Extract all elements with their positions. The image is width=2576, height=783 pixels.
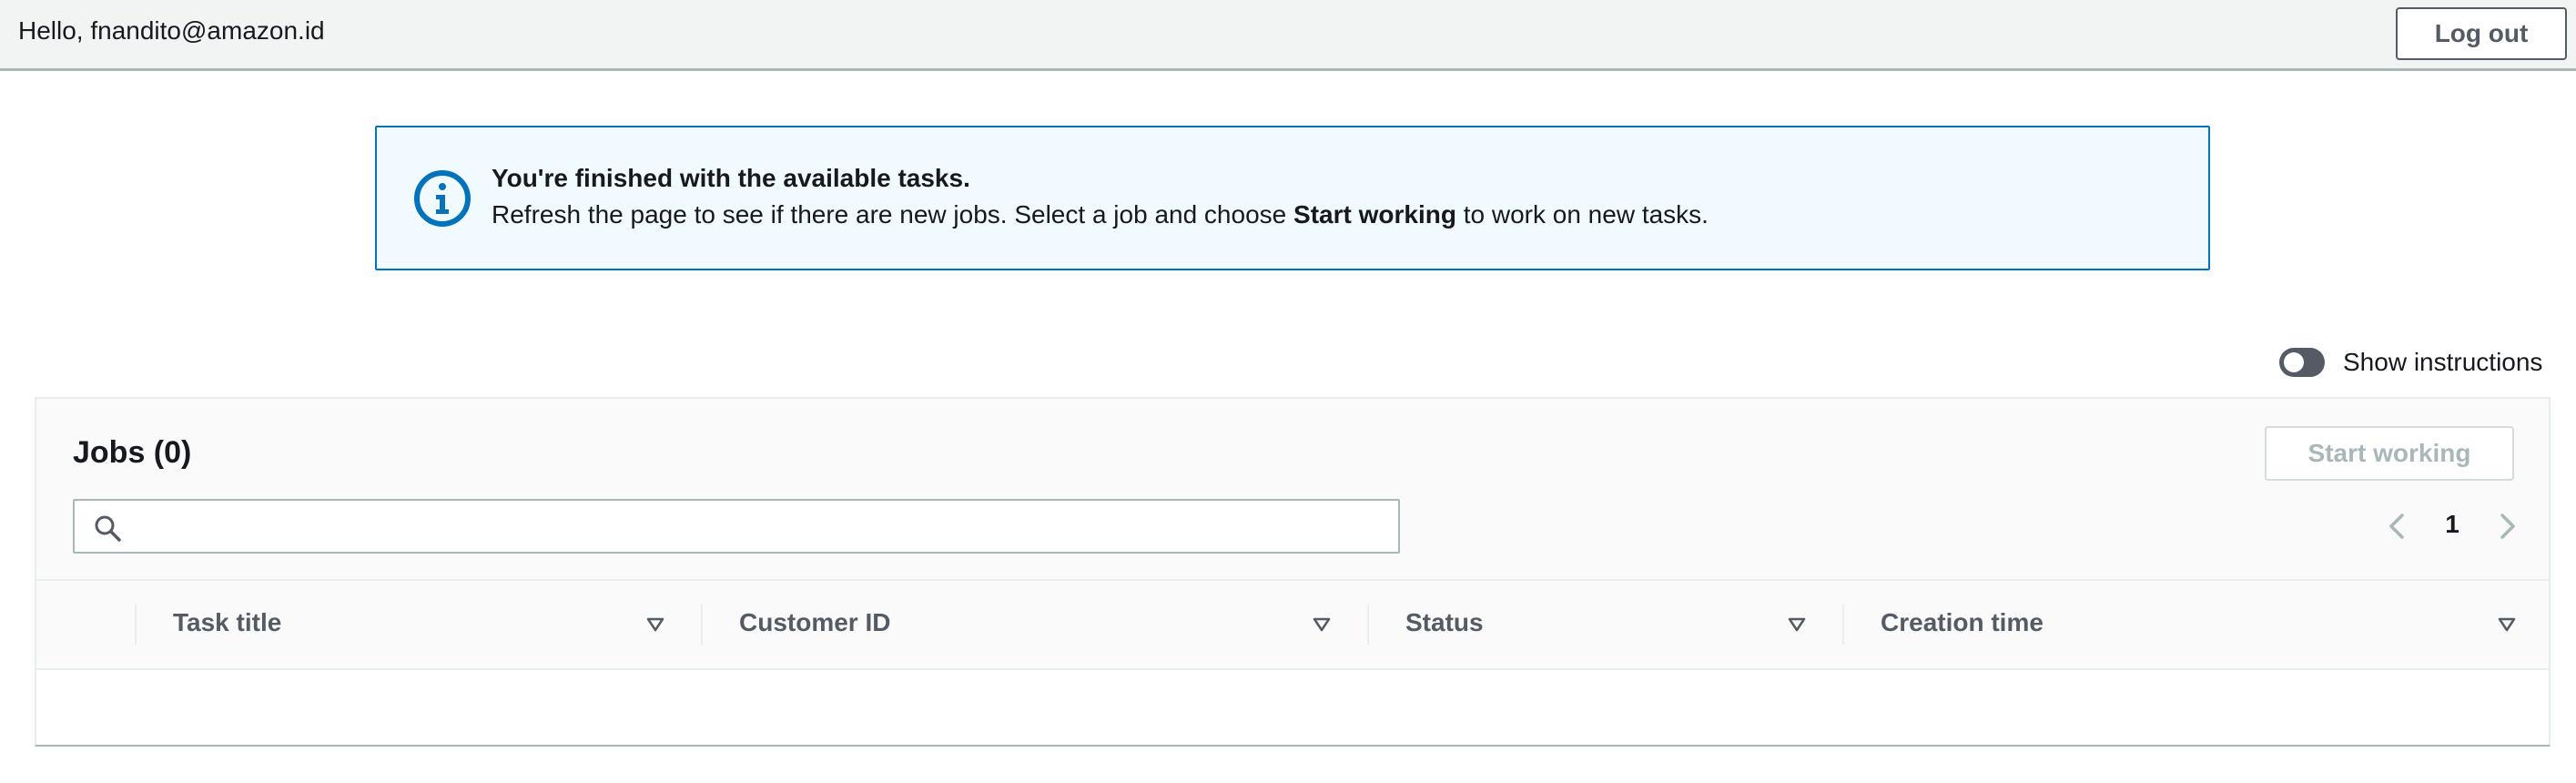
- flash-message-bold: Start working: [1293, 200, 1456, 229]
- flash-message-prefix: Refresh the page to see if there are new…: [492, 200, 1294, 229]
- toggle-knob: [2284, 352, 2304, 372]
- table-header: Task title Customer ID Status Creation t…: [36, 581, 2549, 670]
- column-label: Task title: [173, 608, 282, 636]
- logout-button[interactable]: Log out: [2396, 7, 2567, 60]
- flash-title: You're finished with the available tasks…: [492, 164, 970, 192]
- flash-message-suffix: to work on new tasks.: [1455, 200, 1709, 229]
- jobs-header: Jobs (0) Start working 1: [36, 399, 2549, 581]
- jobs-title: Jobs (0): [73, 435, 192, 470]
- jobs-table-container: Jobs (0) Start working 1 Task title Cust…: [35, 397, 2551, 747]
- column-label: Status: [1405, 608, 1484, 636]
- search-icon: [95, 515, 121, 542]
- show-instructions-toggle[interactable]: [2279, 348, 2325, 377]
- info-flashbar: You're finished with the available tasks…: [375, 126, 2210, 270]
- flash-message: Refresh the page to see if there are new…: [492, 200, 1709, 229]
- column-header-creation-time[interactable]: Creation time: [1842, 581, 2549, 668]
- caret-down-outline-icon[interactable]: [1311, 614, 1333, 636]
- page-number[interactable]: 1: [2432, 510, 2472, 539]
- column-header-task-title[interactable]: Task title: [135, 581, 701, 668]
- greeting-text: Hello, fnandito@amazon.id: [18, 16, 325, 45]
- column-header-status[interactable]: Status: [1367, 581, 1842, 668]
- caret-down-outline-icon[interactable]: [1786, 614, 1808, 636]
- table-body-empty: [36, 670, 2549, 745]
- info-icon: [414, 170, 471, 227]
- column-header-customer-id[interactable]: Customer ID: [701, 581, 1367, 668]
- chevron-left-icon[interactable]: [2379, 508, 2416, 544]
- top-bar: Hello, fnandito@amazon.id Log out: [0, 0, 2576, 71]
- column-label: Customer ID: [739, 608, 891, 636]
- search-field[interactable]: [73, 499, 1400, 554]
- start-working-button[interactable]: Start working: [2265, 426, 2514, 481]
- search-input[interactable]: [135, 506, 1382, 546]
- caret-down-outline-icon[interactable]: [644, 614, 666, 636]
- pagination: 1: [2379, 506, 2525, 546]
- show-instructions-label[interactable]: Show instructions: [2343, 348, 2542, 377]
- chevron-right-icon[interactable]: [2489, 508, 2525, 544]
- caret-down-outline-icon[interactable]: [2496, 614, 2518, 636]
- column-label: Creation time: [1881, 608, 2044, 636]
- show-instructions-toggle-group: Show instructions: [2279, 344, 2542, 381]
